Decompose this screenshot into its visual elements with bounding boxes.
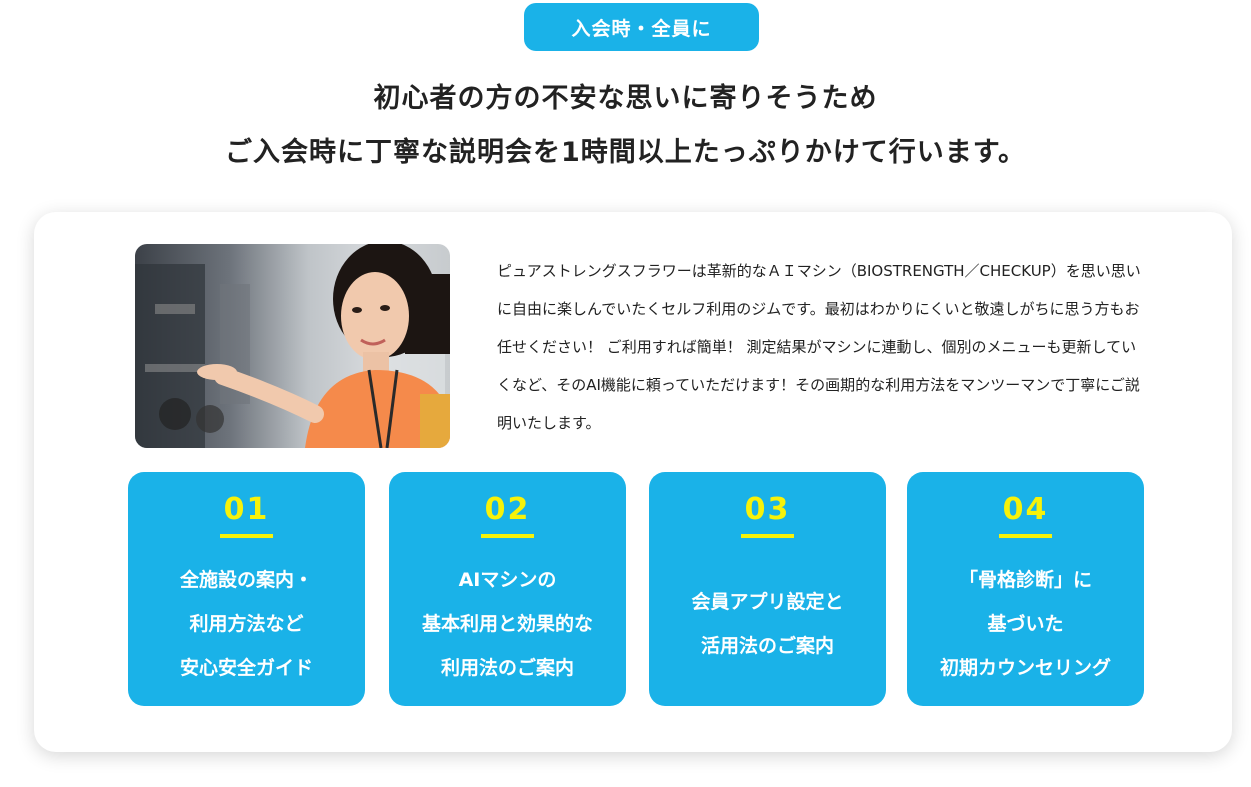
heading-badge: 入会時・全員に	[524, 3, 759, 51]
feature-number: 01	[223, 492, 270, 527]
feature-card-02: 02 AIマシンの 基本利用と効果的な 利用法のご案内	[389, 472, 626, 706]
feature-underline	[220, 534, 273, 538]
feature-label-line: 利用法のご案内	[440, 657, 574, 679]
page: 入会時・全員に 初心者の方の不安な思いに寄りそうため ご入会時に丁寧な説明会を1…	[0, 0, 1251, 787]
feature-label-line: AIマシンの	[458, 569, 557, 591]
feature-label-line: 基本利用と効果的な	[421, 613, 593, 635]
headline-line-1: 初心者の方の不安な思いに寄りそうため	[373, 83, 878, 114]
feature-label: 全施設の案内・ 利用方法など 安心安全ガイド	[136, 556, 357, 692]
headline: 初心者の方の不安な思いに寄りそうため ご入会時に丁寧な説明会を1時間以上たっぷり…	[0, 72, 1251, 180]
feature-card-03: 03 会員アプリ設定と 活用法のご案内	[649, 472, 886, 706]
feature-label-line: 初期カウンセリング	[939, 657, 1111, 679]
staff-photo-illustration	[135, 244, 450, 448]
feature-underline	[741, 534, 794, 538]
feature-card-04: 04 「骨格診断」に 基づいた 初期カウンセリング	[907, 472, 1144, 706]
headline-line-2: ご入会時に丁寧な説明会を1時間以上たっぷりかけて行います。	[224, 137, 1027, 168]
feature-label: 「骨格診断」に 基づいた 初期カウンセリング	[915, 556, 1136, 692]
feature-underline	[481, 534, 534, 538]
feature-label-line: 全施設の案内・	[179, 569, 313, 591]
feature-card-01: 01 全施設の案内・ 利用方法など 安心安全ガイド	[128, 472, 365, 706]
feature-number: 02	[484, 492, 531, 527]
feature-label-line: 会員アプリ設定と	[691, 591, 844, 613]
feature-label-line: 活用法のご案内	[700, 635, 834, 657]
feature-underline	[999, 534, 1052, 538]
feature-label: 会員アプリ設定と 活用法のご案内	[657, 556, 878, 692]
feature-number: 03	[744, 492, 791, 527]
feature-label: AIマシンの 基本利用と効果的な 利用法のご案内	[397, 556, 618, 692]
description-text: ピュアストレングスフラワーは革新的なＡＩマシン（BIOSTRENGTH／CHEC…	[497, 262, 1141, 432]
feature-label-line: 安心安全ガイド	[179, 657, 313, 679]
feature-label-line: 「骨格診断」に	[958, 569, 1092, 591]
feature-label-line: 利用方法など	[189, 613, 304, 635]
feature-label-line: 基づいた	[987, 613, 1064, 635]
feature-number: 04	[1002, 492, 1049, 527]
staff-photo	[135, 244, 450, 448]
